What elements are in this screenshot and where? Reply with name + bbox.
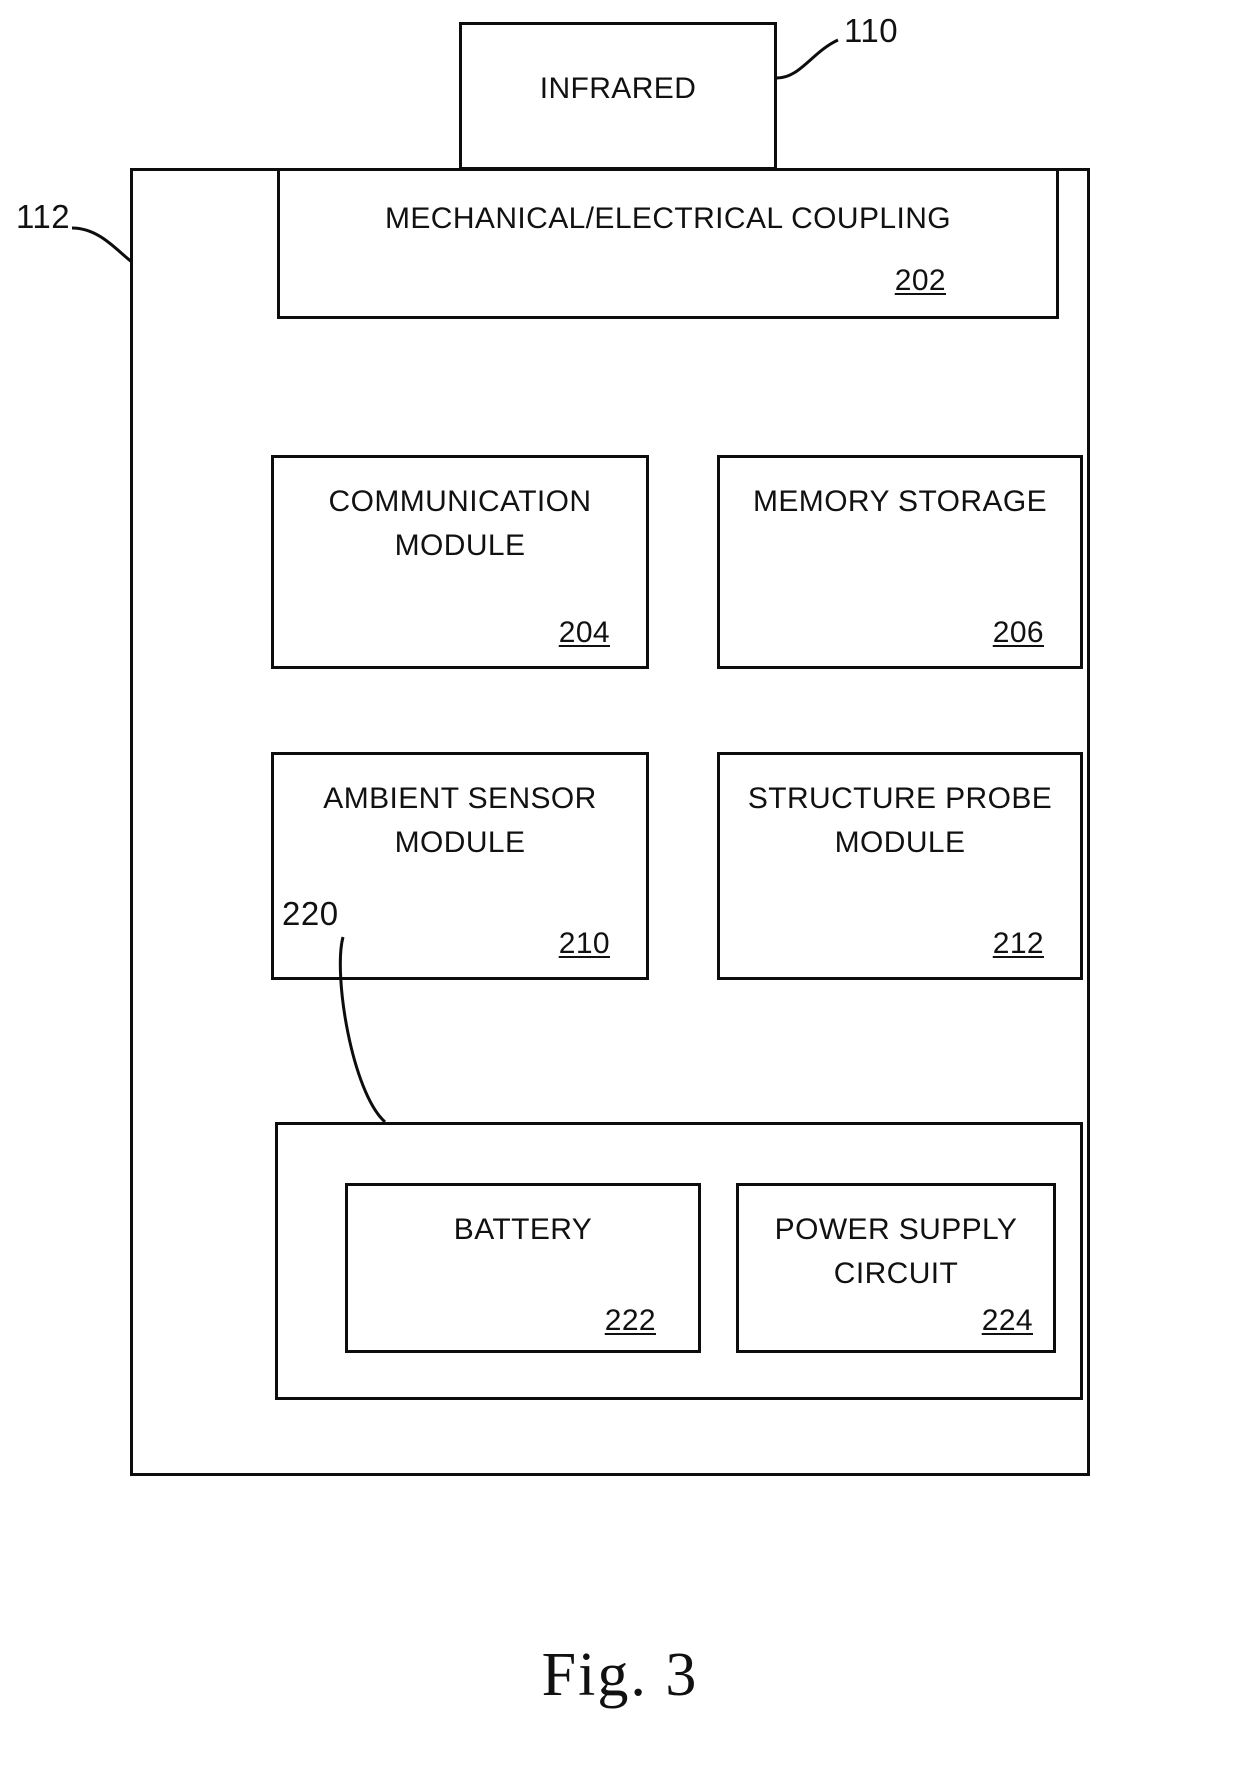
leader-line-112 [71, 226, 133, 264]
ambient-sensor-module-block: AMBIENT SENSOR MODULE 210 [271, 752, 649, 980]
power-supply-circuit-block: POWER SUPPLY CIRCUIT 224 [736, 1183, 1056, 1353]
power-group-block: BATTERY 222 POWER SUPPLY CIRCUIT 224 [275, 1122, 1083, 1400]
callout-220: 220 [282, 895, 339, 932]
battery-block: BATTERY 222 [345, 1183, 701, 1353]
callout-110: 110 [844, 12, 899, 49]
figure-caption: Fig. 3 [541, 1641, 699, 1709]
callout-112: 112 [16, 198, 71, 235]
power-supply-circuit-label: POWER SUPPLY CIRCUIT [774, 1213, 1018, 1291]
coupling-reference-number: 202 [894, 264, 946, 297]
ambient-sensor-module-label: AMBIENT SENSOR MODULE [323, 782, 597, 860]
communication-module-label: COMMUNICATION MODULE [328, 485, 592, 563]
infrared-block: INFRARED [459, 22, 777, 170]
structure-probe-module-reference-number: 212 [992, 927, 1044, 960]
memory-storage-label: MEMORY STORAGE [753, 485, 1047, 518]
memory-storage-reference-number: 206 [992, 616, 1044, 649]
battery-reference-number: 222 [604, 1304, 656, 1337]
battery-label: BATTERY [453, 1213, 593, 1246]
communication-module-block: COMMUNICATION MODULE 204 [271, 455, 649, 669]
patent-figure: INFRARED MECHANICAL/ELECTRICAL COUPLING … [0, 0, 1240, 1765]
structure-probe-module-label: STRUCTURE PROBE MODULE [747, 782, 1053, 860]
ambient-sensor-module-reference-number: 210 [558, 927, 610, 960]
memory-storage-block: MEMORY STORAGE 206 [717, 455, 1083, 669]
communication-module-reference-number: 204 [558, 616, 610, 649]
structure-probe-module-block: STRUCTURE PROBE MODULE 212 [717, 752, 1083, 980]
mechanical-electrical-coupling-block: MECHANICAL/ELECTRICAL COUPLING 202 [277, 168, 1059, 319]
leader-line-110 [776, 38, 839, 80]
infrared-label: INFRARED [539, 72, 697, 105]
coupling-label: MECHANICAL/ELECTRICAL COUPLING [384, 202, 951, 235]
power-supply-circuit-reference-number: 224 [981, 1304, 1033, 1337]
